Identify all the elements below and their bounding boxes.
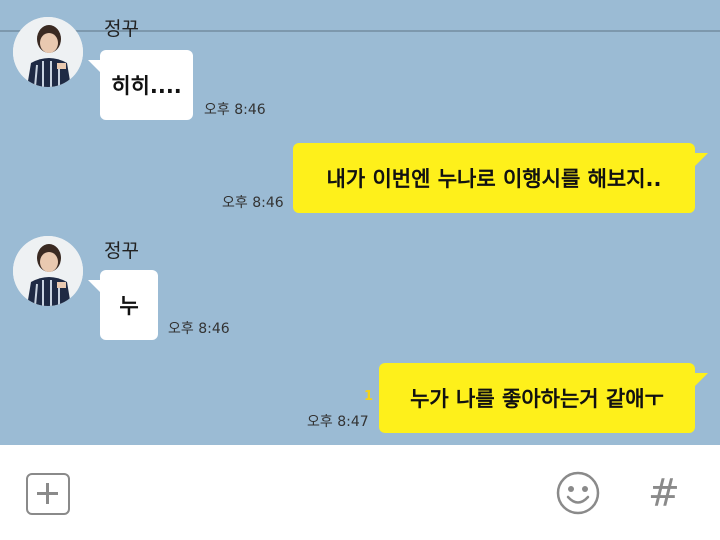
avatar[interactable] <box>13 17 83 87</box>
message-time: 오후 8:47 <box>307 414 369 430</box>
bubble-tail <box>694 373 708 387</box>
profile-photo-icon <box>13 236 83 306</box>
message-text: 히히.... <box>111 74 182 98</box>
message-bubble[interactable]: 누가 나를 좋아하는거 같애ㅜ <box>379 363 695 433</box>
message-time: 오후 8:46 <box>204 102 266 118</box>
bubble-tail <box>694 153 708 167</box>
message-time: 오후 8:46 <box>168 321 230 337</box>
profile-photo-icon <box>13 17 83 87</box>
smiley-icon[interactable] <box>555 470 601 516</box>
sender-name: 정꾸 <box>104 18 139 40</box>
message-bubble[interactable]: 누 <box>100 270 158 340</box>
unread-count: 1 <box>364 389 374 404</box>
avatar[interactable] <box>13 236 83 306</box>
message-text: 누가 나를 좋아하는거 같애ㅜ <box>410 387 664 411</box>
hash-icon[interactable]: # <box>648 470 680 516</box>
message-bubble[interactable]: 히히.... <box>100 50 193 120</box>
message-time: 오후 8:46 <box>222 195 284 211</box>
sender-name: 정꾸 <box>104 240 139 262</box>
chat-area[interactable]: 정꾸 히히.... 오후 8:46 내가 이번엔 누나로 이행시를 해보지.. … <box>0 0 720 445</box>
message-text: 누 <box>119 294 139 318</box>
message-bubble[interactable]: 내가 이번엔 누나로 이행시를 해보지.. <box>293 143 695 213</box>
plus-icon[interactable] <box>26 473 70 515</box>
message-text: 내가 이번엔 누나로 이행시를 해보지.. <box>326 167 662 191</box>
input-bar <box>0 445 720 540</box>
